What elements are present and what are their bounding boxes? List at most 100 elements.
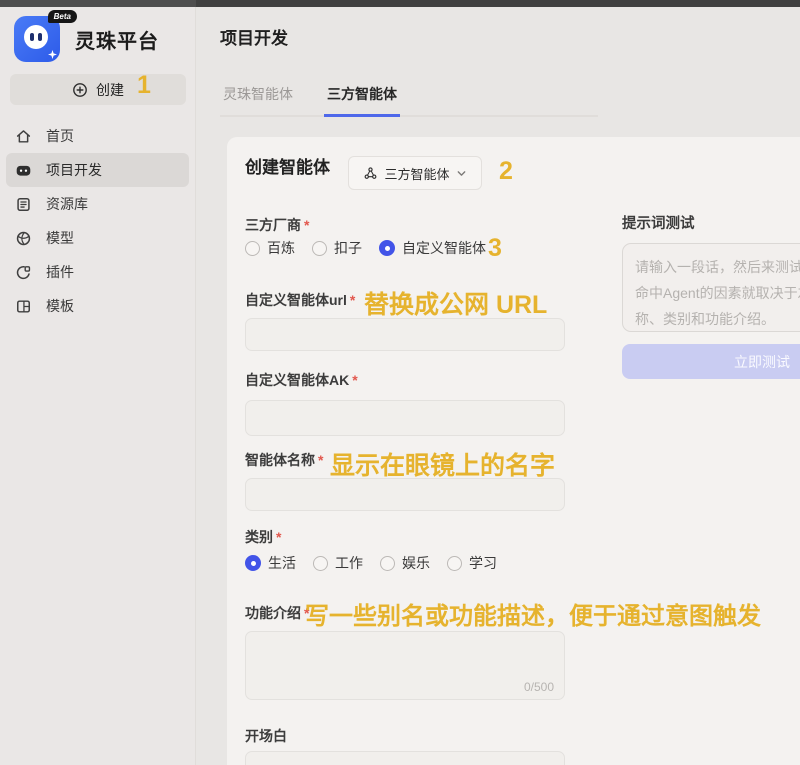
custom-agent-url-label: 自定义智能体url * [245, 290, 355, 310]
opening-label: 开场白 [245, 726, 287, 746]
ak-label-text: 自定义智能体AK [245, 372, 350, 388]
annotation-marker-1: 1 [137, 71, 151, 99]
radio-label: 生活 [268, 555, 296, 571]
required-asterisk: * [276, 529, 282, 545]
required-asterisk: * [318, 452, 324, 468]
agent-type-value: 三方智能体 [384, 166, 450, 182]
agent-name-label: 智能体名称 * [245, 450, 323, 470]
sidebar-item-resource-library[interactable]: 资源库 [6, 187, 189, 221]
brand-name: 灵珠平台 [75, 30, 159, 53]
tab-bar: 灵珠智能体 三方智能体 [220, 84, 598, 117]
prompt-test-textarea[interactable]: 请输入一段话，然后来测试你 命中Agent的因素就取决于左 称、类别和功能介绍。 [622, 243, 800, 332]
sidebar-item-label: 模板 [46, 298, 74, 314]
radio-circle [313, 555, 328, 571]
name-label-text: 智能体名称 [245, 452, 315, 468]
annotation-name-note: 显示在眼镜上的名字 [330, 452, 556, 480]
app-logo: Beta [14, 10, 77, 62]
chevron-down-icon [457, 170, 465, 176]
opening-input[interactable] [245, 751, 565, 765]
sidebar-item-template[interactable]: 模板 [6, 289, 189, 323]
sidebar-item-home[interactable]: 首页 [6, 119, 189, 153]
radio-work[interactable]: 工作 [313, 553, 363, 573]
vendor-radio-group: 百炼 扣子 自定义智能体 [245, 238, 486, 258]
custom-agent-url-input[interactable] [245, 318, 565, 351]
tab-third-party-agent[interactable]: 三方智能体 [324, 84, 400, 117]
sidebar-item-label: 资源库 [46, 196, 88, 212]
agent-type-dropdown[interactable]: 三方智能体 [348, 156, 482, 190]
sidebar-item-label: 模型 [46, 230, 74, 246]
card-title: 创建智能体 [245, 158, 330, 177]
agent-name-input[interactable] [245, 478, 565, 511]
top-strip-right [196, 0, 800, 7]
radio-circle [447, 555, 462, 571]
sidebar-item-label: 首页 [46, 128, 74, 144]
globe-icon [16, 231, 31, 245]
annotation-desc-note: 写一些别名或功能描述，便于通过意图触发 [305, 603, 761, 630]
robot-eye [30, 33, 34, 41]
prompt-test-title: 提示词测试 [622, 216, 695, 232]
radio-circle [312, 240, 327, 256]
create-button-label: 创建 [96, 81, 124, 98]
radio-label: 工作 [335, 555, 363, 571]
radio-circle-selected [379, 240, 395, 256]
annotation-marker-3: 3 [488, 234, 502, 262]
description-label: 功能介绍 * [245, 603, 309, 623]
annotation-marker-2: 2 [499, 157, 513, 185]
radio-circle [245, 240, 260, 256]
radio-label: 学习 [469, 555, 497, 571]
vendor-label: 三方厂商 * [245, 215, 309, 235]
radio-study[interactable]: 学习 [447, 553, 497, 573]
sparkle-icon [48, 50, 57, 59]
create-button[interactable]: 创建 [10, 74, 186, 105]
category-label-text: 类别 [245, 529, 273, 545]
sidebar: Beta 灵珠平台 创建 1 首页 项目开发 资源库 模型 插件 模板 [0, 7, 196, 765]
radio-life[interactable]: 生活 [245, 553, 296, 573]
radio-label: 百炼 [267, 240, 295, 256]
placeholder-line: 命中Agent的因素就取决于左 [635, 285, 800, 301]
required-asterisk: * [349, 292, 356, 308]
annotation-url-note: 替换成公网 URL [364, 291, 548, 319]
beta-badge: Beta [47, 10, 77, 23]
radio-bailian[interactable]: 百炼 [245, 238, 295, 258]
url-label-text: 自定义智能体url [245, 292, 347, 308]
radio-label: 自定义智能体 [402, 240, 486, 256]
lingzhu-platform-app: Beta 灵珠平台 创建 1 首页 项目开发 资源库 模型 插件 模板 项目开发… [0, 0, 800, 765]
description-textarea[interactable] [246, 632, 564, 699]
plus-circle-icon [73, 82, 87, 97]
sidebar-item-label: 插件 [46, 264, 74, 280]
radio-circle-selected [245, 555, 261, 571]
radio-custom-agent[interactable]: 自定义智能体 [379, 238, 486, 258]
radio-label: 扣子 [334, 240, 362, 256]
tab-lingzhu-agent[interactable]: 灵珠智能体 [220, 84, 296, 117]
robot-face-icon [24, 25, 48, 49]
library-icon [17, 197, 30, 211]
radio-entertainment[interactable]: 娱乐 [380, 553, 430, 573]
robot-eye [38, 33, 42, 41]
sidebar-item-label: 项目开发 [46, 162, 102, 178]
radio-label: 娱乐 [402, 555, 430, 571]
custom-agent-ak-input[interactable] [245, 400, 565, 436]
radio-kouzi[interactable]: 扣子 [312, 238, 362, 258]
required-asterisk: * [352, 372, 358, 388]
vendor-label-text: 三方厂商 [245, 217, 301, 233]
custom-agent-ak-label: 自定义智能体AK * [245, 370, 358, 390]
category-label: 类别 * [245, 527, 281, 547]
plugin-icon [16, 265, 31, 279]
opening-label-text: 开场白 [245, 728, 287, 744]
robot-head-icon [16, 165, 31, 176]
char-counter: 0/500 [523, 680, 554, 694]
page-title: 项目开发 [220, 29, 288, 48]
window-top-strip [0, 0, 800, 7]
description-label-text: 功能介绍 [245, 605, 301, 621]
sidebar-item-model[interactable]: 模型 [6, 221, 189, 255]
description-textarea-wrap: 0/500 [245, 631, 565, 700]
top-strip-left [0, 0, 196, 7]
sidebar-nav: 首页 项目开发 资源库 模型 插件 模板 [6, 119, 189, 323]
radio-circle [380, 555, 395, 571]
test-now-button[interactable]: 立即测试 [622, 344, 800, 379]
sidebar-item-plugin[interactable]: 插件 [6, 255, 189, 289]
cluster-icon [365, 166, 377, 179]
create-agent-card: 创建智能体 三方智能体 2 三方厂商 * 百炼 扣子 自定义智能体 3 自定义智… [227, 137, 800, 765]
sidebar-item-project-dev[interactable]: 项目开发 [6, 153, 189, 187]
required-asterisk: * [304, 217, 310, 233]
